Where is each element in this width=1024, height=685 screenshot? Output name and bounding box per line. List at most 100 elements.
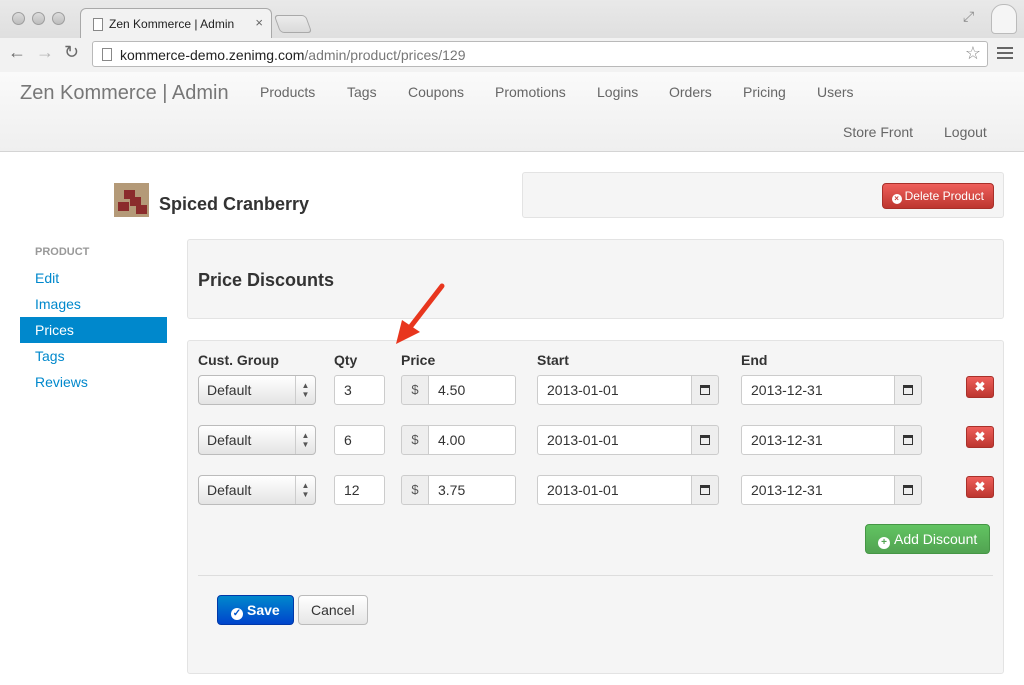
column-header-qty: Qty <box>334 352 358 368</box>
calendar-icon <box>903 385 913 395</box>
select-arrows-icon: ▲ ▼ <box>295 476 315 504</box>
window-minimize-dot[interactable] <box>32 12 45 25</box>
form-divider <box>198 575 993 576</box>
currency-addon: $ <box>401 475 429 505</box>
start-calendar-button[interactable] <box>691 375 719 405</box>
product-actions-well: × Delete Product <box>522 172 1004 218</box>
remove-discount-button[interactable]: ✖ <box>966 426 994 448</box>
end-calendar-button[interactable] <box>894 425 922 455</box>
sidebar-item-images[interactable]: Images <box>20 291 167 317</box>
nav-tags[interactable]: Tags <box>347 84 377 100</box>
price-input[interactable]: 3.75 <box>428 475 516 505</box>
start-calendar-button[interactable] <box>691 475 719 505</box>
window-close-dot[interactable] <box>12 12 25 25</box>
currency-addon: $ <box>401 375 429 405</box>
qty-input[interactable]: 3 <box>334 375 385 405</box>
calendar-icon <box>700 485 710 495</box>
url-text[interactable]: kommerce-demo.zenimg.com/admin/product/p… <box>120 47 465 63</box>
add-discount-label: Add Discount <box>894 531 978 547</box>
sidebar-item-tags[interactable]: Tags <box>20 343 167 369</box>
discount-row: Default ▲ ▼ 12 $ 3.75 2013-01-01 2013-12-3… <box>188 475 1003 505</box>
bookmark-star-icon[interactable]: ☆ <box>965 43 981 64</box>
address-bar[interactable]: kommerce-demo.zenimg.com/admin/product/p… <box>92 41 988 67</box>
end-date-input[interactable]: 2013-12-31 <box>741 425 895 455</box>
discount-row: Default ▲ ▼ 3 $ 4.50 2013-01-01 2013-12-31… <box>188 375 1003 405</box>
page-icon <box>102 48 112 61</box>
plus-circle-icon: + <box>878 537 890 549</box>
remove-circle-icon: × <box>891 194 902 204</box>
nav-logout[interactable]: Logout <box>944 124 987 140</box>
column-header-price: Price <box>401 352 436 368</box>
calendar-icon <box>700 385 710 395</box>
chrome-menu-icon[interactable] <box>997 47 1013 61</box>
cancel-button[interactable]: Cancel <box>298 595 368 625</box>
nav-products[interactable]: Products <box>260 84 315 100</box>
column-header-group: Cust. Group <box>198 352 279 368</box>
product-name: Spiced Cranberry <box>159 194 310 214</box>
save-label: Save <box>247 602 280 618</box>
forward-icon[interactable]: → <box>36 42 54 63</box>
delete-product-button[interactable]: × Delete Product <box>881 183 994 209</box>
price-input[interactable]: 4.50 <box>428 375 516 405</box>
window-zoom-dot[interactable] <box>52 12 65 25</box>
reload-icon[interactable]: ↻ <box>64 42 79 63</box>
admin-navbar: Zen Kommerce | Admin Products Tags Coupo… <box>0 72 1024 152</box>
brand-title[interactable]: Zen Kommerce | Admin <box>20 82 229 105</box>
discount-row: Default ▲ ▼ 6 $ 4.00 2013-01-01 2013-12-31… <box>188 425 1003 455</box>
column-header-start: Start <box>537 352 569 368</box>
profile-icon[interactable] <box>991 4 1017 34</box>
start-date-input[interactable]: 2013-01-01 <box>537 375 692 405</box>
select-value: Default <box>207 432 252 448</box>
sidebar-item-prices[interactable]: Prices <box>20 317 167 343</box>
calendar-icon <box>903 485 913 495</box>
end-calendar-button[interactable] <box>894 475 922 505</box>
browser-toolbar: ← → ↻ kommerce-demo.zenimg.com/admin/pro… <box>0 38 1024 72</box>
nav-coupons[interactable]: Coupons <box>408 84 464 100</box>
end-date-input[interactable]: 2013-12-31 <box>741 475 895 505</box>
save-button[interactable]: ✓ Save <box>217 595 294 625</box>
sidebar-item-edit[interactable]: Edit <box>20 265 167 291</box>
discounts-form: Cust. Group Qty Price Start End Default ▲… <box>187 340 1004 674</box>
qty-input[interactable]: 12 <box>334 475 385 505</box>
customer-group-select[interactable]: Default ▲ ▼ <box>198 425 316 455</box>
sidebar-header: PRODUCT <box>35 246 90 258</box>
qty-input[interactable]: 6 <box>334 425 385 455</box>
calendar-icon <box>700 435 710 445</box>
add-discount-button[interactable]: + Add Discount <box>865 524 991 554</box>
start-calendar-button[interactable] <box>691 425 719 455</box>
nav-promotions[interactable]: Promotions <box>495 84 566 100</box>
nav-logins[interactable]: Logins <box>597 84 638 100</box>
page-icon <box>93 18 103 31</box>
nav-pricing[interactable]: Pricing <box>743 84 786 100</box>
end-calendar-button[interactable] <box>894 375 922 405</box>
nav-orders[interactable]: Orders <box>669 84 712 100</box>
price-input[interactable]: 4.00 <box>428 425 516 455</box>
check-circle-icon: ✓ <box>231 608 243 620</box>
nav-store-front[interactable]: Store Front <box>843 124 913 140</box>
fullscreen-icon[interactable]: ⤢ <box>963 8 974 25</box>
start-date-input[interactable]: 2013-01-01 <box>537 475 692 505</box>
back-icon[interactable]: ← <box>8 42 26 63</box>
end-date-input[interactable]: 2013-12-31 <box>741 375 895 405</box>
start-date-input[interactable]: 2013-01-01 <box>537 425 692 455</box>
currency-addon: $ <box>401 425 429 455</box>
browser-chrome: Zen Kommerce | Admin × ⤢ ← → ↻ kommerce-… <box>0 0 1024 72</box>
annotation-arrow-icon <box>396 283 445 344</box>
select-value: Default <box>207 382 252 398</box>
calendar-icon <box>903 435 913 445</box>
remove-discount-button[interactable]: ✖ <box>966 376 994 398</box>
new-tab-button[interactable] <box>273 15 313 33</box>
remove-discount-button[interactable]: ✖ <box>966 476 994 498</box>
tab-close-icon[interactable]: × <box>255 15 263 30</box>
tab-title: Zen Kommerce | Admin <box>109 17 235 31</box>
customer-group-select[interactable]: Default ▲ ▼ <box>198 475 316 505</box>
nav-users[interactable]: Users <box>817 84 854 100</box>
select-arrows-icon: ▲ ▼ <box>295 376 315 404</box>
select-arrows-icon: ▲ ▼ <box>295 426 315 454</box>
sidebar-item-reviews[interactable]: Reviews <box>20 369 167 395</box>
customer-group-select[interactable]: Default ▲ ▼ <box>198 375 316 405</box>
page-title: Price Discounts <box>198 270 335 290</box>
price-discounts-header: Price Discounts <box>187 239 1004 319</box>
column-header-end: End <box>741 352 768 368</box>
browser-tab[interactable]: Zen Kommerce | Admin × <box>80 8 272 38</box>
